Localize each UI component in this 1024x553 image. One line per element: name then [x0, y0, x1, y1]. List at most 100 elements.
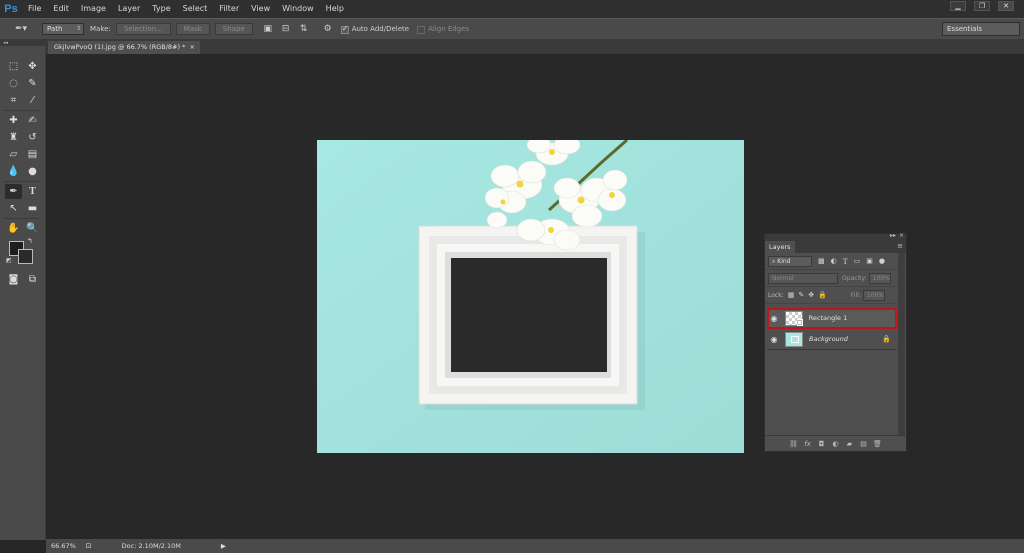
menu-select[interactable]: Select — [177, 0, 214, 18]
panel-header-bar: ▸▸ × — [765, 232, 906, 241]
layer-style-fx-icon[interactable]: fx — [801, 440, 815, 448]
filter-type-icon[interactable]: T — [843, 257, 848, 266]
layer-rectangle-1[interactable]: ◉ ▢ Rectangle 1 — [767, 308, 897, 329]
layers-tab[interactable]: Layers — [765, 241, 795, 253]
status-menu-arrow-icon[interactable]: ▶ — [221, 542, 226, 550]
zoom-level[interactable]: 66.67% — [51, 542, 76, 550]
screen-mode-icon[interactable]: ⧉ — [24, 272, 41, 287]
menu-help[interactable]: Help — [320, 0, 350, 18]
rectangle-tool-icon[interactable]: ▬ — [24, 201, 41, 216]
move-tool-icon[interactable]: ✥ — [24, 59, 41, 74]
hand-tool-icon[interactable]: ✋ — [5, 221, 22, 236]
quick-selection-tool-icon[interactable]: ✎ — [24, 76, 41, 91]
blend-mode-select[interactable]: Normal — [768, 272, 838, 284]
status-view-icon[interactable]: ⊡ — [86, 542, 92, 550]
lock-all-icon[interactable]: 🔒 — [818, 291, 827, 299]
document-tab-title: GkjlvwPvoQ (1).jpg @ 66.7% (RGB/8#) * — [54, 43, 186, 51]
menu-type[interactable]: Type — [146, 0, 176, 18]
visibility-eye-icon[interactable]: ◉ — [767, 308, 781, 329]
default-colors-icon[interactable]: ◩ — [6, 257, 12, 264]
marquee-tool-icon[interactable]: ⬚ — [5, 59, 22, 74]
menu-image[interactable]: Image — [75, 0, 112, 18]
collapse-panel-icon[interactable]: ▸▸ — [890, 232, 896, 239]
eraser-tool-icon[interactable]: ▱ — [5, 147, 22, 162]
restore-button[interactable]: ❐ — [974, 1, 990, 11]
tools-panel: ◂◂ ⬚ ✥ ◌ ✎ ⌗ ⁄ ✚ ✍ ♜ ↺ ▱ ▤ 💧 ● ✒ T ↖ ▬ ✋ 🔍 ↰ ◩ ◙ ⧉ — [0, 40, 46, 540]
visibility-eye-icon[interactable]: ◉ — [767, 329, 781, 350]
layer-filter-row: ⌕ Kind ▩ ◐ T ▭ ▣ ● — [765, 253, 906, 270]
new-group-folder-icon[interactable]: ▰ — [843, 440, 857, 448]
dodge-tool-icon[interactable]: ● — [24, 164, 41, 179]
history-brush-tool-icon[interactable]: ↺ — [24, 130, 41, 145]
workspace-select[interactable]: Essentials — [942, 22, 1020, 36]
zoom-tool-icon[interactable]: 🔍 — [24, 221, 41, 236]
healing-brush-tool-icon[interactable]: ✚ — [5, 113, 22, 128]
menu-bar: Ps File Edit Image Layer Type Select Fil… — [0, 0, 1024, 18]
pen-tool-icon[interactable]: ✒ — [5, 184, 22, 199]
document-tab[interactable]: GkjlvwPvoQ (1).jpg @ 66.7% (RGB/8#) * × — [48, 41, 200, 54]
filter-kind-select[interactable]: ⌕ Kind — [768, 255, 812, 267]
type-tool-icon[interactable]: T — [24, 184, 41, 199]
filter-kind-value: Kind — [777, 257, 791, 265]
lock-transparent-icon[interactable]: ▦ — [788, 291, 795, 299]
close-window-button[interactable]: ✕ — [998, 1, 1014, 11]
menu-view[interactable]: View — [245, 0, 276, 18]
menu-file[interactable]: File — [22, 0, 47, 18]
lock-position-icon[interactable]: ✥ — [808, 291, 814, 299]
filter-adjustment-icon[interactable]: ◐ — [831, 257, 837, 265]
brush-tool-icon[interactable]: ✍ — [24, 113, 41, 128]
pen-mode-select[interactable]: Path — [42, 23, 84, 35]
panel-menu-icon[interactable]: ≡ — [897, 242, 903, 250]
make-shape-button[interactable]: Shape — [214, 23, 253, 35]
opacity-input[interactable]: 100% — [868, 272, 891, 284]
layers-tab-row: Layers ≡ — [765, 241, 906, 253]
blur-tool-icon[interactable]: 💧 — [5, 164, 22, 179]
delete-layer-trash-icon[interactable]: 🗑 — [871, 440, 885, 448]
path-operations-icon[interactable]: ▣ — [261, 22, 275, 36]
eyedropper-tool-icon[interactable]: ⁄ — [24, 93, 41, 108]
close-tab-icon[interactable]: × — [190, 41, 195, 54]
adjustment-layer-icon[interactable]: ◐ — [829, 440, 843, 448]
menu-window[interactable]: Window — [276, 0, 320, 18]
panel-scrollbar[interactable] — [898, 253, 905, 435]
quick-mask-icon[interactable]: ◙ — [5, 272, 22, 287]
layers-panel-footer: ⛓ fx ◘ ◐ ▰ ▤ 🗑 — [765, 435, 906, 451]
layer-thumbnail — [785, 331, 803, 347]
lock-label: Lock: — [768, 291, 784, 299]
gradient-tool-icon[interactable]: ▤ — [24, 147, 41, 162]
filter-smart-object-icon[interactable]: ▣ — [866, 257, 873, 265]
menu-edit[interactable]: Edit — [47, 0, 75, 18]
clone-stamp-tool-icon[interactable]: ♜ — [5, 130, 22, 145]
filter-toggle-icon[interactable]: ● — [879, 257, 885, 265]
lock-image-icon[interactable]: ✎ — [798, 291, 804, 299]
gear-icon[interactable]: ⚙ — [321, 22, 335, 36]
layer-background[interactable]: ◉ Background 🔒 — [767, 329, 897, 350]
filter-shape-icon[interactable]: ▭ — [854, 257, 861, 265]
make-selection-button[interactable]: Selection... — [115, 23, 171, 35]
close-panel-icon[interactable]: × — [899, 232, 904, 239]
photoshop-window: Ps File Edit Image Layer Type Select Fil… — [0, 0, 1024, 553]
add-mask-icon[interactable]: ◘ — [815, 440, 829, 448]
link-layers-icon[interactable]: ⛓ — [787, 440, 801, 448]
pen-tool-preset-icon[interactable]: ✒▾ — [10, 22, 32, 36]
crop-tool-icon[interactable]: ⌗ — [5, 93, 22, 108]
path-selection-tool-icon[interactable]: ↖ — [5, 201, 22, 216]
photo-content — [317, 140, 744, 453]
background-color-swatch[interactable] — [18, 249, 33, 264]
auto-add-delete-checkbox[interactable] — [340, 24, 349, 34]
align-edges-checkbox[interactable] — [417, 26, 426, 34]
make-mask-button[interactable]: Mask — [175, 23, 210, 35]
layers-panel: ▸▸ × Layers ≡ ⌕ Kind ▩ ◐ T ▭ ▣ ● Normal … — [764, 232, 907, 452]
menu-layer[interactable]: Layer — [112, 0, 146, 18]
blend-opacity-row: Normal Opacity: 100% — [765, 270, 906, 287]
document-image[interactable] — [317, 140, 744, 453]
path-alignment-icon[interactable]: ⊟ — [279, 22, 293, 36]
swap-colors-icon[interactable]: ↰ — [27, 237, 33, 245]
fill-input[interactable]: 100% — [862, 289, 885, 301]
minimize-button[interactable]: ▁ — [950, 1, 966, 11]
filter-pixel-icon[interactable]: ▩ — [818, 257, 825, 265]
path-arrangement-icon[interactable]: ⇅ — [297, 22, 311, 36]
menu-filter[interactable]: Filter — [213, 0, 245, 18]
new-layer-icon[interactable]: ▤ — [857, 440, 871, 448]
lasso-tool-icon[interactable]: ◌ — [5, 76, 22, 91]
